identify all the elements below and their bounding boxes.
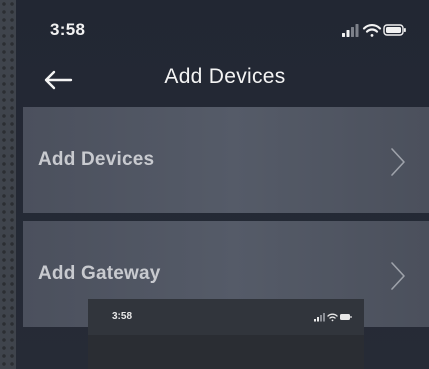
cellular-signal-icon bbox=[314, 313, 325, 322]
page-title: Add Devices bbox=[164, 65, 286, 88]
status-icons-svg bbox=[342, 24, 406, 37]
status-icons bbox=[342, 22, 406, 38]
menu-item-label: Add Gateway bbox=[38, 263, 161, 284]
wifi-icon bbox=[327, 313, 338, 322]
menu-item-label: Add Devices bbox=[38, 149, 155, 170]
preview-status-icons bbox=[314, 313, 352, 322]
battery-icon bbox=[383, 24, 406, 36]
chevron-right-icon bbox=[391, 262, 405, 290]
status-bar: 3:58 bbox=[16, 0, 429, 58]
nav-bar: Add Devices bbox=[16, 58, 429, 102]
wifi-icon bbox=[362, 24, 382, 37]
cellular-signal-icon bbox=[342, 24, 359, 37]
status-time: 3:58 bbox=[50, 20, 86, 39]
battery-icon bbox=[340, 314, 352, 320]
add-devices-menu-item[interactable]: Add Devices bbox=[23, 107, 429, 213]
preview-status-bar: 3:58 bbox=[88, 299, 364, 335]
chevron-right-icon bbox=[391, 148, 405, 176]
phone-screen: 3:58 Add Devices Add Devices Add Gateway… bbox=[16, 0, 429, 369]
preview-status-time: 3:58 bbox=[112, 311, 133, 322]
screen-preview-thumbnail[interactable]: 3:58 bbox=[88, 299, 364, 369]
